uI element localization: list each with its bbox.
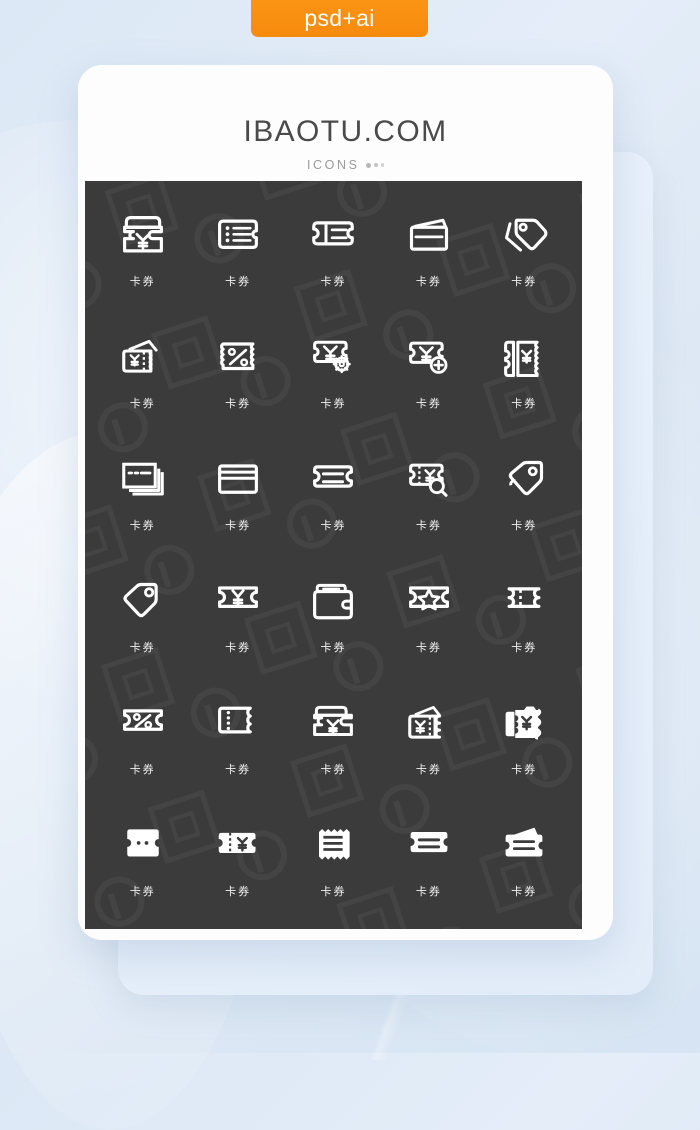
icon-cell[interactable]: 卡券 xyxy=(477,431,572,553)
credit-card-stripe-icon xyxy=(210,452,266,508)
ticket-yuan-icon xyxy=(115,208,171,264)
icon-caption: 卡券 xyxy=(415,274,442,288)
icon-caption: 卡券 xyxy=(129,396,156,410)
icon-caption: 卡券 xyxy=(225,396,252,410)
ticket-list-icon xyxy=(210,208,266,264)
icon-cell[interactable]: 卡券 xyxy=(381,431,476,553)
icon-caption: 卡券 xyxy=(225,274,252,288)
icon-caption: 卡券 xyxy=(129,518,156,532)
wallet-icon xyxy=(305,574,361,630)
ticket-yuan-add-icon xyxy=(401,330,457,386)
ticket-split-lines-icon xyxy=(305,208,361,264)
icon-caption: 卡券 xyxy=(320,518,347,532)
icon-cell[interactable]: 卡券 xyxy=(95,553,190,675)
icon-caption: 卡券 xyxy=(225,884,252,898)
ticket-yuan-search-icon xyxy=(401,452,457,508)
ticket-perforated-icon xyxy=(496,574,552,630)
tag-single-right-icon xyxy=(496,452,552,508)
icon-caption: 卡券 xyxy=(415,640,442,654)
icon-cell[interactable]: 卡券 xyxy=(286,431,381,553)
icon-caption: 卡券 xyxy=(320,640,347,654)
page-title: IBAOTU.COM xyxy=(243,115,448,148)
icon-cell[interactable]: 卡券 xyxy=(381,187,476,309)
ticket-yuan-stub-filled-icon xyxy=(210,818,266,874)
ticket-dotted-edge-icon xyxy=(210,696,266,752)
icon-caption: 卡券 xyxy=(511,640,538,654)
icon-caption: 卡券 xyxy=(511,274,538,288)
icon-cell[interactable]: 卡券 xyxy=(477,553,572,675)
page-subtitle: ICONS xyxy=(306,158,360,172)
icon-caption: 卡券 xyxy=(320,762,347,776)
icon-cell[interactable]: 卡券 xyxy=(190,309,285,431)
icon-caption: 卡券 xyxy=(129,884,156,898)
icon-caption: 卡券 xyxy=(225,640,252,654)
icon-caption: 卡券 xyxy=(415,518,442,532)
icon-cell[interactable]: 卡券 xyxy=(190,797,285,919)
icon-caption: 卡券 xyxy=(320,884,347,898)
ticket-stack-yuan-alt-icon xyxy=(401,696,457,752)
icon-caption: 卡券 xyxy=(511,518,538,532)
icon-cell[interactable]: 卡券 xyxy=(477,675,572,797)
receipt-filled-icon xyxy=(305,818,361,874)
icon-caption: 卡券 xyxy=(225,762,252,776)
format-badge: psd+ai xyxy=(251,0,428,37)
icon-cell[interactable]: 卡券 xyxy=(95,309,190,431)
icon-caption: 卡券 xyxy=(129,762,156,776)
icon-cell[interactable]: 卡券 xyxy=(381,797,476,919)
ticket-percent-flat-icon xyxy=(115,696,171,752)
tag-double-icon xyxy=(496,208,552,264)
icon-panel: 卡券 卡券 卡券 卡券 卡券 卡券 卡券 卡券 卡券 卡券 卡券 卡券 卡券 卡券 卡券 卡券 卡券 卡券 卡券 卡券… xyxy=(85,181,582,929)
icon-caption: 卡券 xyxy=(225,518,252,532)
icon-cell[interactable]: 卡券 xyxy=(95,187,190,309)
icon-caption: 卡券 xyxy=(511,396,538,410)
icon-caption: 卡券 xyxy=(320,396,347,410)
icon-grid: 卡券 卡券 卡券 卡券 卡券 卡券 卡券 卡券 卡券 卡券 卡券 卡券 卡券 卡券 卡券 卡券 卡券 卡券 卡券 卡券… xyxy=(85,181,582,929)
icon-cell[interactable]: 卡券 xyxy=(477,187,572,309)
preview-card: IBAOTU.COM ICONS 卡券 卡券 卡券 卡券 卡券 卡券 卡券 卡券 卡券 卡券 卡券卡… xyxy=(78,65,613,940)
ticket-percent-icon xyxy=(210,330,266,386)
icon-cell[interactable]: 卡券 xyxy=(381,553,476,675)
icon-cell[interactable]: 卡券 xyxy=(477,309,572,431)
icon-caption: 卡券 xyxy=(415,762,442,776)
ticket-star-icon xyxy=(401,574,457,630)
icon-cell[interactable]: 卡券 xyxy=(286,675,381,797)
icon-cell[interactable]: 卡券 xyxy=(95,675,190,797)
icon-caption: 卡券 xyxy=(129,274,156,288)
ticket-two-lines-icon xyxy=(305,452,361,508)
ticket-yuan-stub-icon xyxy=(496,330,552,386)
card-stack-tilt-icon xyxy=(401,208,457,264)
icon-cell[interactable]: 卡券 xyxy=(190,675,285,797)
ticket-bar-filled-icon xyxy=(401,818,457,874)
ticket-vertical-filled-icon xyxy=(115,818,171,874)
icon-cell[interactable]: 卡券 xyxy=(381,675,476,797)
dots-ornament xyxy=(365,162,385,168)
icon-cell[interactable]: 卡券 xyxy=(95,431,190,553)
ticket-yuan-filled-icon xyxy=(496,696,552,752)
icon-cell[interactable]: 卡券 xyxy=(286,309,381,431)
icon-caption: 卡券 xyxy=(511,762,538,776)
subtitle-row: ICONS xyxy=(78,158,613,172)
icon-cell[interactable]: 卡券 xyxy=(190,553,285,675)
ticket-yuan-settings-icon xyxy=(305,330,361,386)
icon-cell[interactable]: 卡券 xyxy=(190,431,285,553)
ticket-stack-yuan-icon xyxy=(115,330,171,386)
card-stack-layers-icon xyxy=(115,452,171,508)
icon-caption: 卡券 xyxy=(415,396,442,410)
icon-caption: 卡券 xyxy=(320,274,347,288)
ticket-yuan-banner-icon xyxy=(305,696,361,752)
tag-single-left-icon xyxy=(115,574,171,630)
icon-cell[interactable]: 卡券 xyxy=(286,553,381,675)
icon-cell[interactable]: 卡券 xyxy=(381,309,476,431)
icon-cell[interactable]: 卡券 xyxy=(190,187,285,309)
icon-caption: 卡券 xyxy=(511,884,538,898)
icon-caption: 卡券 xyxy=(129,640,156,654)
icon-cell[interactable]: 卡券 xyxy=(286,797,381,919)
ticket-yuan-wide-icon xyxy=(210,574,266,630)
icon-cell[interactable]: 卡券 xyxy=(286,187,381,309)
icon-caption: 卡券 xyxy=(415,884,442,898)
icon-cell[interactable]: 卡券 xyxy=(95,797,190,919)
ticket-stack-filled-icon xyxy=(496,818,552,874)
icon-cell[interactable]: 卡券 xyxy=(477,797,572,919)
